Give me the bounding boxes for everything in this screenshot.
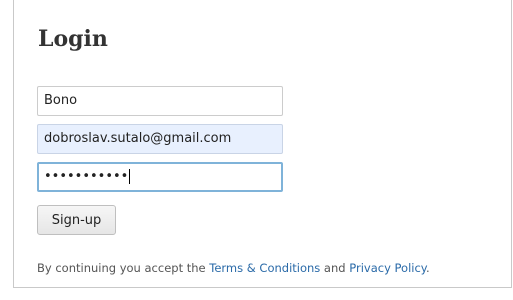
- terms-link[interactable]: Terms & Conditions: [209, 261, 320, 275]
- email-field[interactable]: dobroslav.sutalo@gmail.com: [37, 124, 283, 154]
- page-title: Login: [38, 26, 108, 52]
- legal-prefix: By continuing you accept the: [37, 261, 210, 275]
- name-field[interactable]: Bono: [37, 86, 283, 116]
- password-field-value: •••••••••••: [44, 169, 129, 184]
- legal-suffix: .: [425, 261, 430, 275]
- text-caret: [129, 169, 131, 184]
- legal-middle: and: [320, 261, 350, 275]
- password-field[interactable]: •••••••••••: [37, 162, 283, 192]
- privacy-link[interactable]: Privacy Policy: [349, 261, 426, 275]
- email-field-value: dobroslav.sutalo@gmail.com: [44, 131, 232, 146]
- signup-button[interactable]: Sign-up: [37, 205, 116, 235]
- name-field-value: Bono: [44, 93, 78, 108]
- legal-notice: By continuing you accept the Terms & Con…: [37, 260, 430, 276]
